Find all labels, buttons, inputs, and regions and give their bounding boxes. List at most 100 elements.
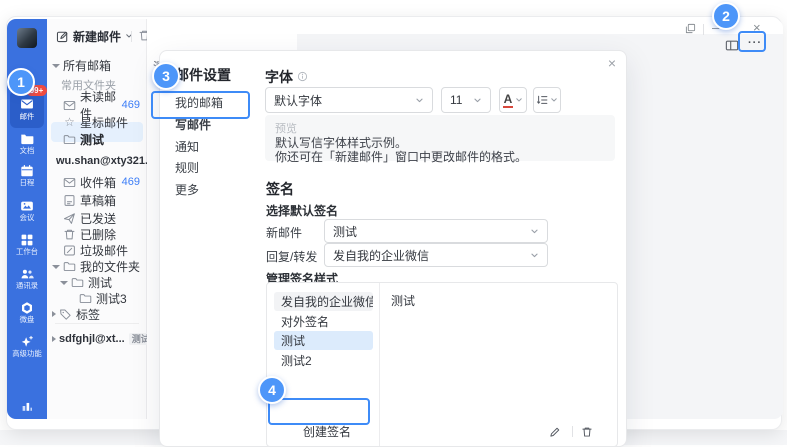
info-icon[interactable] xyxy=(297,69,308,85)
font-preview-box: 预览 默认写信字体样式示例。 你还可在「新建邮件」窗口中更改邮件的格式。 xyxy=(265,115,615,161)
compose-label: 新建邮件 xyxy=(73,28,121,45)
avatar[interactable] xyxy=(17,28,37,48)
font-family-select[interactable]: 默认字体 xyxy=(265,87,433,113)
folder-label: 已删除 xyxy=(80,226,116,243)
rail-item-workbench[interactable]: 工作台 xyxy=(7,233,47,259)
settings-nav-rules[interactable]: 规则 xyxy=(175,157,257,177)
signature-item-test-selected[interactable]: 测试 xyxy=(274,331,373,350)
rail-item-label: 文档 xyxy=(20,146,35,155)
font-color-button[interactable]: A xyxy=(499,87,527,113)
signature-item-test2[interactable]: 测试2 xyxy=(274,351,373,370)
unread-count: 469 xyxy=(122,176,140,188)
account-header-2[interactable]: sdfghjl@xt... 测试111 xyxy=(47,330,147,348)
chevron-down-icon xyxy=(515,96,523,104)
chevron-down-icon xyxy=(530,251,539,260)
font-color-glyph: A xyxy=(503,93,514,108)
rail-item-meeting[interactable]: 会议 xyxy=(7,199,47,225)
bar-chart-icon xyxy=(20,399,34,413)
folder-row-tags[interactable]: 标签 xyxy=(47,305,147,323)
contacts-icon xyxy=(20,267,34,281)
modal-title: 邮件设置 xyxy=(175,65,231,85)
account-header-1[interactable]: wu.shan@xty321.... xyxy=(47,152,147,170)
choose-default-signature-label: 选择默认签名 xyxy=(266,202,338,219)
rail-item-label: 通讯录 xyxy=(16,281,38,290)
folder-label: 标签 xyxy=(76,306,100,323)
folder-label: 草稿箱 xyxy=(80,192,116,209)
signature-item-wecom[interactable]: 发自我的企业微信 xyxy=(274,292,373,311)
line-spacing-button[interactable] xyxy=(533,87,561,113)
folder-row-inbox[interactable]: 收件箱 469 xyxy=(47,173,147,191)
folder-label: 测试 xyxy=(88,274,112,291)
folder-icon xyxy=(63,133,76,146)
font-section-heading: 字体 xyxy=(265,67,308,87)
toolbar-divider xyxy=(131,31,132,42)
tag-icon xyxy=(59,308,72,321)
folder-label: 星标邮件 xyxy=(80,114,128,131)
rail-item-label: 邮件 xyxy=(20,112,35,121)
preview-line-1: 默认写信字体样式示例。 xyxy=(275,136,605,150)
folder-label: 所有邮箱 xyxy=(63,57,111,74)
annotation-box-more-button xyxy=(738,31,766,52)
new-mail-label: 新邮件 xyxy=(266,224,302,241)
chevron-down-icon xyxy=(530,227,539,236)
mail-icon xyxy=(20,97,34,111)
font-heading-text: 字体 xyxy=(265,67,293,87)
compose-button[interactable]: 新建邮件 xyxy=(56,27,133,45)
new-mail-signature-value: 测试 xyxy=(333,223,357,240)
folder-icon xyxy=(71,276,84,289)
reply-forward-signature-select[interactable]: 发自我的企业微信 xyxy=(324,243,548,267)
edit-signature-icon[interactable] xyxy=(549,425,561,443)
delete-signature-icon[interactable] xyxy=(581,425,593,443)
caret-down-icon xyxy=(52,265,60,269)
signature-preview-content: 测试 xyxy=(391,292,415,309)
tools-divider xyxy=(572,426,573,437)
settings-nav-more[interactable]: 更多 xyxy=(175,179,257,199)
annotation-step-2: 2 xyxy=(712,2,740,30)
signature-item-external[interactable]: 对外签名 xyxy=(274,312,373,331)
meeting-icon xyxy=(20,199,34,213)
rail-item-docs[interactable]: 文档 xyxy=(7,132,47,158)
account-label: wu.shan@xty321.... xyxy=(56,155,157,167)
folder-label: 收件箱 xyxy=(80,174,116,191)
folder-row-unread[interactable]: 未读邮件 469 xyxy=(47,96,147,114)
caret-right-icon xyxy=(52,336,56,342)
reply-forward-signature-value: 发自我的企业微信 xyxy=(333,247,429,264)
rail-item-label: 高级功能 xyxy=(12,349,41,358)
rail-item-contacts[interactable]: 通讯录 xyxy=(7,267,47,293)
rail-item-wedrive[interactable]: 微盘 xyxy=(7,301,47,327)
folder-label: 垃圾邮件 xyxy=(80,242,128,259)
folder-row-drafts[interactable]: 草稿箱 xyxy=(47,191,147,209)
envelope-icon xyxy=(63,99,76,112)
folder-icon xyxy=(79,292,92,305)
send-icon xyxy=(63,212,76,225)
trash-icon xyxy=(63,228,76,241)
annotation-box-compose-nav xyxy=(151,91,250,119)
folder-row-starred[interactable]: ☆ 星标邮件 xyxy=(47,113,147,131)
sparkle-icon xyxy=(20,335,34,349)
font-size-value: 11 xyxy=(450,93,462,107)
rail-item-calendar[interactable]: 日程 xyxy=(7,164,47,190)
envelope-icon xyxy=(63,176,76,189)
popout-window-icon[interactable] xyxy=(685,23,696,34)
signature-heading: 签名 xyxy=(266,179,294,199)
calendar-icon xyxy=(20,164,34,178)
spam-icon xyxy=(63,244,76,257)
caret-down-icon xyxy=(60,281,68,285)
folder-row-test-selected[interactable]: 测试 xyxy=(47,130,147,148)
preview-label: 预览 xyxy=(275,120,605,136)
unread-count: 469 xyxy=(122,99,140,111)
layout-toggle-icon[interactable] xyxy=(725,39,739,57)
wecom-mail-window: 99+ 邮件 文档 日程 会议 工作台 xyxy=(6,16,782,430)
font-size-select[interactable]: 11 xyxy=(441,87,491,113)
wedrive-icon xyxy=(20,301,34,315)
new-mail-signature-select[interactable]: 测试 xyxy=(324,219,548,243)
account-label: sdfghjl@xt... xyxy=(59,333,125,345)
rail-item-advanced[interactable]: 高级功能 xyxy=(7,335,47,361)
workbench-grid-icon xyxy=(20,233,34,247)
modal-close-button[interactable]: × xyxy=(608,55,616,71)
settings-nav-notifications[interactable]: 通知 xyxy=(175,136,257,156)
panel-divider xyxy=(55,323,139,324)
caret-right-icon xyxy=(52,311,56,317)
folder-row-all-mailboxes[interactable]: 所有邮箱 xyxy=(47,56,147,74)
rail-item-stats[interactable] xyxy=(7,399,47,413)
